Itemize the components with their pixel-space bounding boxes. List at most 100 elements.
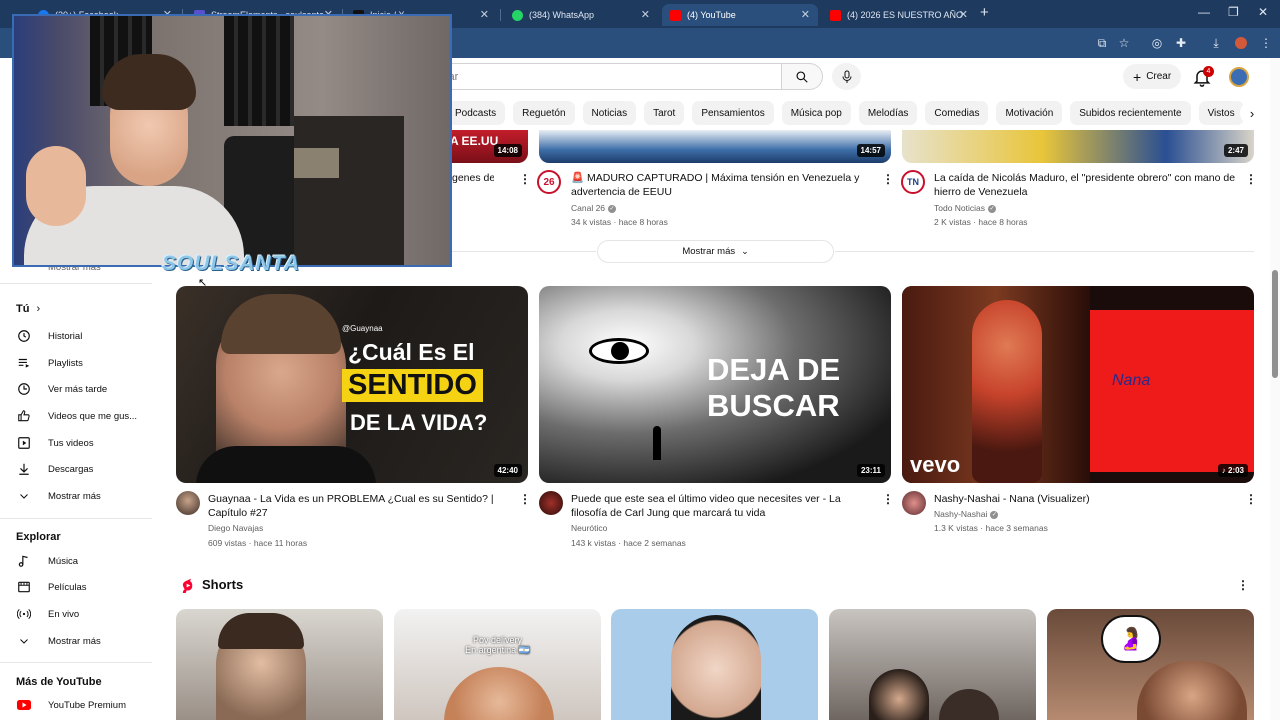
video-thumbnail[interactable]: 14:57	[539, 130, 891, 163]
tab-close-icon[interactable]: ✕	[801, 8, 810, 21]
more-actions-icon[interactable]: ⋮	[1245, 172, 1257, 186]
filter-chip[interactable]: Podcasts	[446, 101, 506, 125]
video-thumbnail[interactable]: DEJA DE BUSCAR 23:11	[539, 286, 891, 483]
more-actions-icon[interactable]: ⋮	[1245, 492, 1257, 506]
video-title[interactable]: Nashy-Nashai - Nana (Visualizer)	[934, 492, 1234, 506]
channel-name[interactable]: Diego Navajas	[208, 521, 263, 535]
sidebar-item-watch-later[interactable]: Ver más tarde	[16, 378, 156, 400]
more-actions-icon[interactable]: ⋮	[519, 172, 531, 186]
youtube-icon	[670, 9, 681, 21]
play-square-icon	[16, 435, 32, 451]
tab-whatsapp[interactable]: (384) WhatsApp ✕	[504, 4, 658, 26]
install-app-icon[interactable]: ⧉	[1094, 35, 1110, 51]
minimize-button[interactable]: —	[1198, 5, 1210, 19]
title-line: La caída de Nicolás Maduro, el "presiden…	[934, 172, 1236, 184]
new-tab-button[interactable]: +	[980, 4, 989, 21]
channel-name[interactable]: Canal 26 ✓	[571, 201, 617, 215]
bookmark-star-icon[interactable]: ☆	[1116, 35, 1132, 51]
sidebar-item-label: Ver más tarde	[48, 383, 108, 395]
profile-icon[interactable]	[1233, 35, 1249, 51]
video-thumbnail[interactable]: @Guaynaa ¿Cuál Es El SENTIDO DE LA VIDA?…	[176, 286, 528, 483]
sidebar-explore-heading: Explorar	[16, 531, 61, 543]
short-thumbnail[interactable]	[829, 609, 1036, 720]
short-person	[444, 667, 554, 720]
voice-search-button[interactable]	[832, 63, 861, 90]
tab-close-icon[interactable]: ✕	[641, 8, 650, 21]
browser-menu-icon[interactable]: ⋮	[1258, 35, 1274, 51]
search-button[interactable]	[781, 63, 823, 90]
sidebar-item-show-more[interactable]: Mostrar más	[16, 630, 156, 652]
video-title[interactable]: genes de	[452, 171, 494, 185]
sidebar-item-playlists[interactable]: Playlists	[16, 352, 156, 374]
more-actions-icon[interactable]: ⋮	[1237, 578, 1249, 592]
chips-next-button[interactable]: ›	[1240, 101, 1264, 125]
more-actions-icon[interactable]: ⋮	[882, 172, 894, 186]
channel-avatar[interactable]	[176, 491, 200, 515]
create-button[interactable]: + Crear	[1123, 64, 1182, 89]
filter-chip[interactable]: Melodías	[858, 101, 918, 125]
tab-close-icon[interactable]: ✕	[959, 8, 968, 21]
filter-chip[interactable]: Vistos	[1198, 101, 1244, 125]
filter-chip[interactable]: Música pop	[781, 101, 851, 125]
sidebar-item-youtube-premium[interactable]: YouTube Premium	[16, 694, 156, 716]
channel-name[interactable]: Todo Noticias ✓	[934, 201, 997, 215]
sidebar-item-your-videos[interactable]: Tus videos	[16, 432, 156, 454]
sidebar-item-music[interactable]: Música	[16, 550, 156, 572]
filter-chip[interactable]: Motivación	[996, 101, 1063, 125]
filter-chip[interactable]: Reguetón	[513, 101, 575, 125]
filter-chip[interactable]: Noticias	[582, 101, 637, 125]
sidebar-item-liked-videos[interactable]: Videos que me gus...	[16, 405, 156, 427]
filter-chip[interactable]: Tarot	[644, 101, 685, 125]
more-actions-icon[interactable]: ⋮	[882, 492, 894, 506]
filter-chip[interactable]: Subidos recientemente	[1070, 101, 1191, 125]
channel-avatar[interactable]: TN	[901, 170, 925, 194]
sidebar-item-movies[interactable]: Películas	[16, 576, 156, 598]
sidebar-item-history[interactable]: Historial	[16, 325, 156, 347]
filter-chip[interactable]: Pensamientos	[692, 101, 774, 125]
sidebar-you-heading[interactable]: Tú ›	[16, 303, 40, 315]
video-thumbnail[interactable]: 2:47	[902, 130, 1254, 163]
thumbnail-text: DEJA DE	[707, 352, 841, 387]
sidebar-item-show-more[interactable]: Mostrar más	[16, 485, 156, 507]
account-avatar[interactable]	[1229, 67, 1249, 87]
tab-title: (4) YouTube	[687, 10, 736, 20]
tab-youtube-video[interactable]: (4) 2026 ES NUESTRO AÑO ⏩ ✕	[822, 4, 976, 26]
short-thumbnail[interactable]	[611, 609, 818, 720]
show-more-button[interactable]: Mostrar más ⌄	[597, 240, 834, 263]
sidebar-item-live[interactable]: En vivo	[16, 603, 156, 625]
channel-avatar[interactable]: 26	[537, 170, 561, 194]
sidebar-item-downloads[interactable]: Descargas	[16, 458, 156, 480]
page-scrollbar-thumb[interactable]	[1272, 270, 1278, 378]
video-title[interactable]: Puede que este sea el último video que n…	[571, 492, 871, 520]
filter-chip[interactable]: Comedias	[925, 101, 989, 125]
video-thumbnail[interactable]: A EE.UU 14:08	[440, 130, 528, 163]
more-actions-icon[interactable]: ⋮	[519, 492, 531, 506]
short-thumbnail[interactable]: Pov delivery En argentina 🇦🇷	[394, 609, 601, 720]
short-thumbnail[interactable]	[176, 609, 383, 720]
extension-circle-icon[interactable]: ◎	[1149, 35, 1165, 51]
tab-youtube[interactable]: (4) YouTube ✕	[662, 4, 818, 26]
channel-label: Canal 26	[571, 203, 606, 213]
video-duration: 14:57	[856, 144, 885, 157]
webcam-picture	[294, 148, 339, 178]
short-caption: Pov delivery En argentina 🇦🇷	[465, 635, 530, 655]
page-scrollbar-track[interactable]	[1270, 58, 1280, 720]
tab-close-icon[interactable]: ✕	[480, 8, 489, 21]
video-title[interactable]: La caída de Nicolás Maduro, el "presiden…	[934, 171, 1244, 199]
download-icon[interactable]: ⤓	[1208, 35, 1224, 51]
video-thumbnail[interactable]: Nana vevo ♪ 2:03	[902, 286, 1254, 483]
search-input[interactable]: car	[430, 63, 782, 90]
channel-name[interactable]: Nashy-Nashai ✓	[934, 507, 999, 521]
restore-button[interactable]: ❐	[1228, 5, 1239, 19]
video-title[interactable]: 🚨 MADURO CAPTURADO | Máxima tensión en V…	[571, 171, 871, 199]
webcam-shelf	[294, 116, 404, 265]
notification-count-badge: 4	[1203, 66, 1214, 77]
close-window-button[interactable]: ✕	[1258, 5, 1268, 19]
channel-name[interactable]: Neurótico	[571, 521, 607, 535]
video-title[interactable]: Guaynaa - La Vida es un PROBLEMA ¿Cual e…	[208, 492, 508, 520]
title-line: advertencia de EEUU	[571, 186, 672, 198]
channel-avatar[interactable]	[539, 491, 563, 515]
channel-avatar[interactable]	[902, 491, 926, 515]
short-thumbnail[interactable]: 🤰	[1047, 609, 1254, 720]
extensions-puzzle-icon[interactable]: ✚	[1173, 35, 1189, 51]
